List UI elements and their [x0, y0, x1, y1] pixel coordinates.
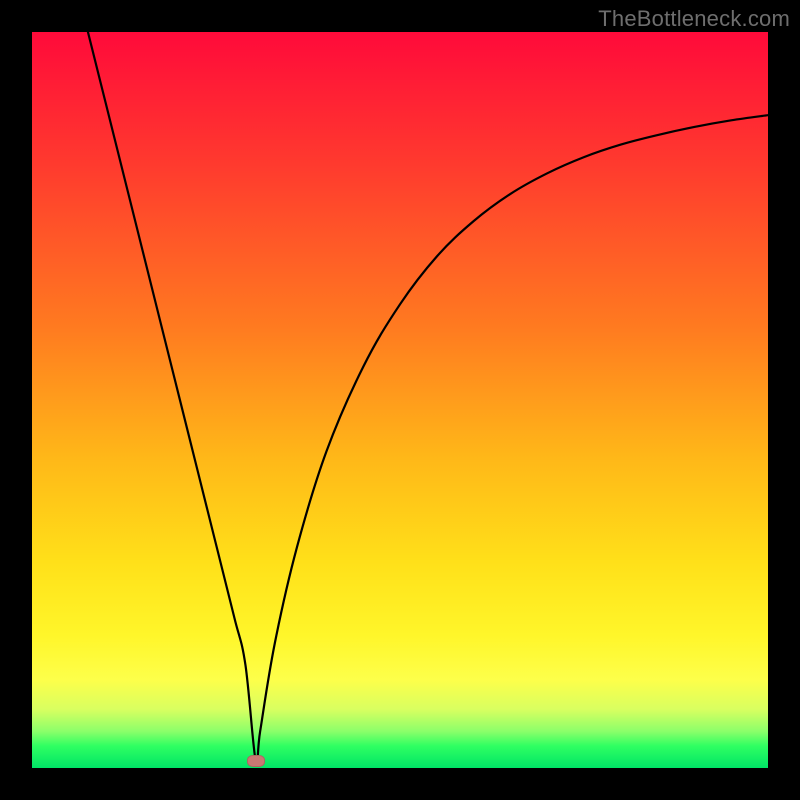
minimum-marker	[247, 755, 265, 767]
curve-svg	[32, 32, 768, 768]
chart-frame: TheBottleneck.com	[0, 0, 800, 800]
bottleneck-curve	[88, 32, 768, 765]
plot-area	[32, 32, 768, 768]
watermark-text: TheBottleneck.com	[598, 6, 790, 32]
